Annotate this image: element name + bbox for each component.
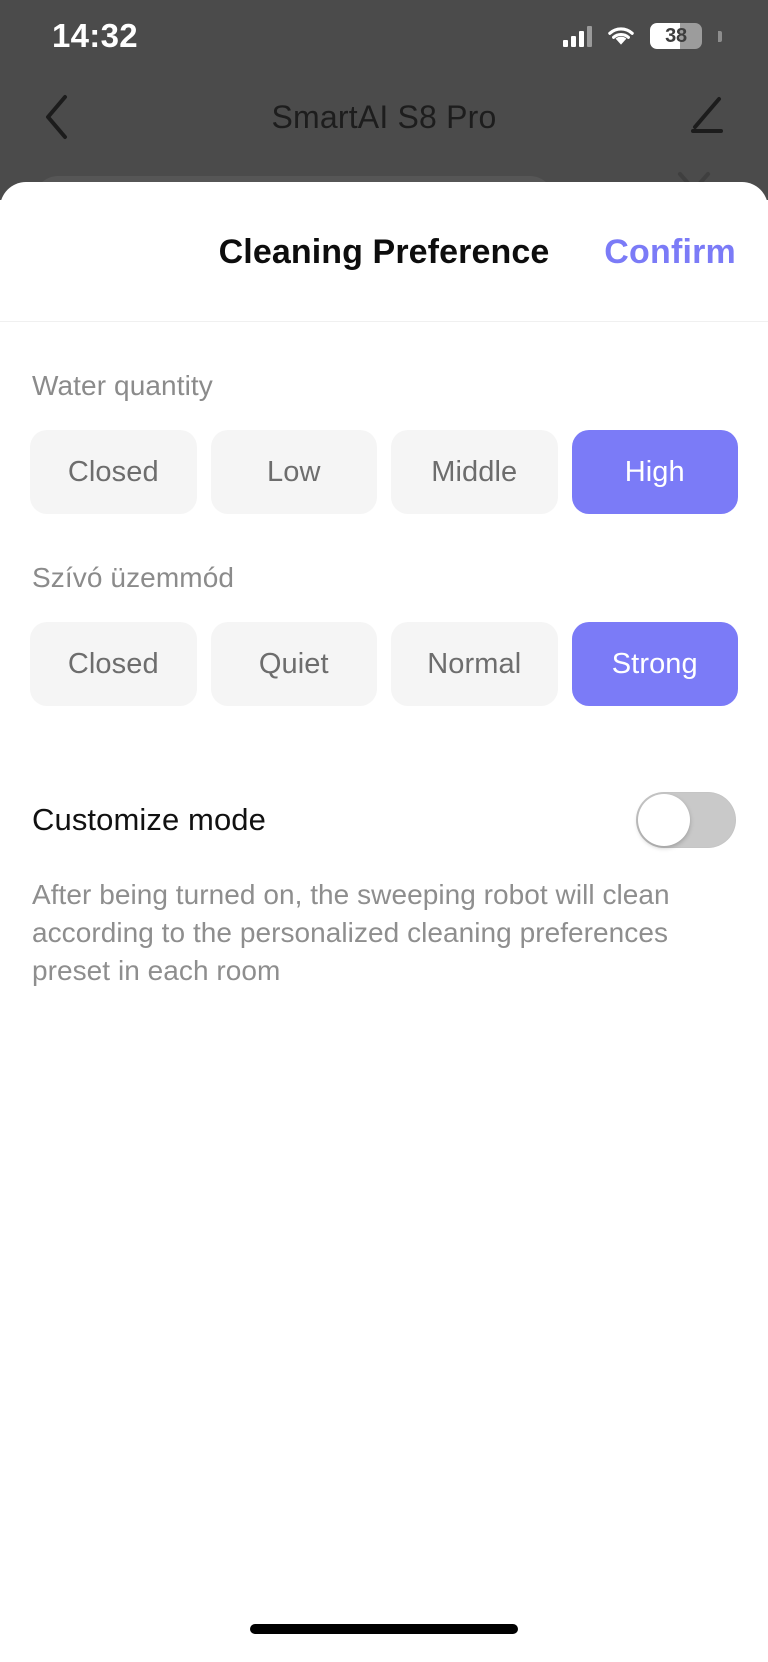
customize-mode-row: Customize mode xyxy=(30,792,738,848)
group-label-water-quantity: Water quantity xyxy=(32,370,213,401)
customize-mode-toggle[interactable] xyxy=(636,792,736,848)
app-nav-bar: SmartAI S8 Pro xyxy=(0,72,768,162)
group-label-suction-mode: Szívó üzemmód xyxy=(32,562,235,593)
dimmed-backdrop: 14:32 38 SmartAI S8 Pro xyxy=(0,0,768,216)
edit-button[interactable] xyxy=(668,72,738,162)
option-water-middle[interactable]: Middle xyxy=(391,430,558,514)
sheet-body: Water quantity Closed Low Middle High Sz… xyxy=(0,330,768,989)
phone-screen: 14:32 38 SmartAI S8 Pro Cleaning Prefere… xyxy=(0,0,768,1662)
wifi-icon xyxy=(606,25,636,47)
option-water-low[interactable]: Low xyxy=(210,430,377,514)
option-water-high[interactable]: High xyxy=(571,430,738,514)
water-quantity-options: Closed Low Middle High xyxy=(30,430,738,514)
customize-mode-description: After being turned on, the sweeping robo… xyxy=(32,879,670,986)
option-suction-closed[interactable]: Closed xyxy=(30,622,197,706)
pencil-edit-icon xyxy=(691,97,723,133)
status-bar-time: 14:32 xyxy=(52,17,138,54)
suction-mode-options: Closed Quiet Normal Strong xyxy=(30,622,738,706)
cellular-signal-icon xyxy=(563,25,592,47)
battery-percent: 38 xyxy=(665,24,687,47)
cleaning-preference-sheet: Cleaning Preference Confirm Water quanti… xyxy=(0,182,768,1662)
group-water-quantity: Water quantity Closed Low Middle High xyxy=(30,330,738,514)
group-suction-mode: Szívó üzemmód Closed Quiet Normal Strong xyxy=(30,522,738,706)
home-indicator[interactable] xyxy=(250,1624,518,1634)
customize-mode-label: Customize mode xyxy=(32,802,266,837)
status-bar-icons: 38 xyxy=(563,23,722,49)
sheet-header: Cleaning Preference Confirm xyxy=(0,182,768,322)
status-bar: 14:32 38 xyxy=(0,0,768,72)
option-suction-strong[interactable]: Strong xyxy=(571,622,738,706)
battery-icon: 38 xyxy=(650,23,702,49)
page-title: SmartAI S8 Pro xyxy=(271,98,497,135)
option-suction-normal[interactable]: Normal xyxy=(391,622,558,706)
confirm-button[interactable]: Confirm xyxy=(604,182,736,322)
toggle-knob xyxy=(638,794,690,846)
battery-cap-icon xyxy=(718,30,722,42)
option-water-closed[interactable]: Closed xyxy=(30,430,197,514)
option-suction-quiet[interactable]: Quiet xyxy=(210,622,377,706)
